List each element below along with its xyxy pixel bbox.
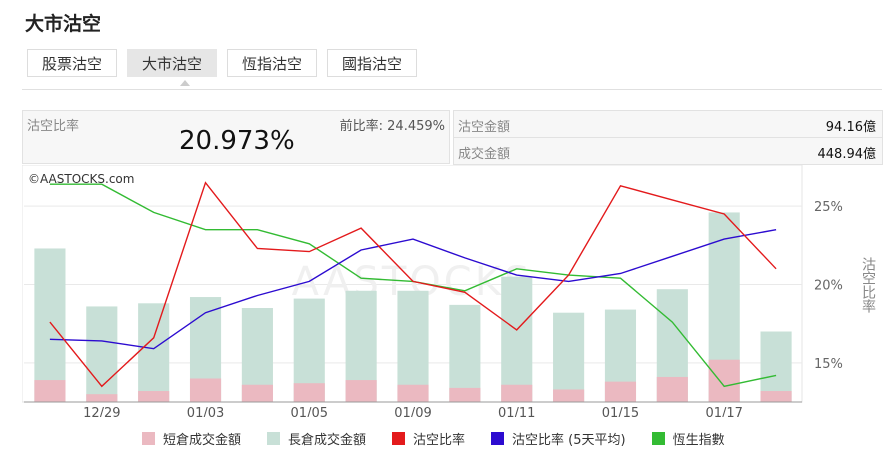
legend-item-ratio[interactable]: 沽空比率 (392, 429, 465, 448)
legend-label-long: 長倉成交金額 (288, 433, 367, 448)
y-tick-label: 20% (814, 279, 843, 294)
bar-short (708, 359, 740, 402)
page-title: 大市沽空 (25, 13, 102, 35)
bar-short (345, 380, 377, 402)
ratio-value: 20.973% (179, 126, 295, 156)
tab-hsi-short[interactable]: 恆指沽空 (227, 49, 318, 77)
short-amount-label: 沽空金額 (458, 120, 511, 135)
y-axis-label: 沽空比率 (860, 257, 876, 313)
bar-long (553, 312, 585, 402)
bar-short (138, 391, 170, 402)
short-amount-value: 94.16億 (825, 120, 876, 135)
legend-label-short: 短倉成交金額 (163, 433, 242, 448)
x-tick-label: 01/09 (394, 406, 431, 417)
bar-short (553, 389, 585, 402)
bar-short (760, 391, 792, 402)
bar-short (293, 383, 325, 402)
bar-short (34, 380, 66, 402)
bar-long (138, 303, 170, 402)
legend-label-ratio: 沽空比率 (413, 433, 466, 448)
divider (22, 89, 882, 90)
ratio-label: 沽空比率 (27, 119, 80, 134)
bar-short (86, 394, 118, 402)
turnover-label: 成交金額 (458, 147, 511, 162)
bar-short (397, 384, 429, 402)
bar-long (501, 276, 533, 402)
x-tick-label: 01/05 (291, 406, 328, 417)
ratio-summary-box: 沽空比率 20.973% 前比率: 24.459% (22, 110, 450, 164)
bar-short (501, 384, 533, 402)
legend-swatch-ratio (392, 432, 406, 445)
legend-swatch-ratio-avg (491, 432, 505, 445)
tab-bar: 股票沽空 大市沽空 恆指沽空 國指沽空 (27, 49, 418, 77)
short-selling-chart: 15%20%25%©AASTOCKS.comAASTOCKS12/29 01/03… (22, 165, 876, 417)
bar-short (241, 384, 273, 402)
x-tick-label: 12/29 (83, 406, 120, 417)
legend-label-hsi: 恆生指數 (672, 433, 725, 448)
turnover-value: 448.94億 (817, 147, 877, 162)
short-amount-row: 沽空金額 94.16億 (453, 110, 883, 138)
x-tick-label: 01/03 (187, 406, 224, 417)
x-tick-label: 01/11 (498, 406, 535, 417)
legend-item-long[interactable]: 長倉成交金額 (267, 429, 366, 448)
bar-long (34, 248, 66, 402)
turnover-row: 成交金額 448.94億 (453, 137, 883, 165)
tab-stock-short[interactable]: 股票沽空 (27, 49, 118, 77)
y-tick-label: 25% (814, 200, 843, 215)
legend-item-hsi[interactable]: 恆生指數 (651, 429, 725, 448)
bar-short (656, 376, 688, 402)
y-tick-label: 15% (814, 357, 843, 372)
legend-swatch-hsi (651, 432, 665, 445)
bar-long (86, 306, 118, 402)
prev-ratio-label: 前比率: (339, 119, 384, 134)
bar-short (604, 381, 637, 402)
legend-item-ratio-avg[interactable]: 沽空比率 (5天平均) (491, 429, 626, 448)
legend-item-short[interactable]: 短倉成交金額 (142, 429, 241, 448)
prev-ratio: 前比率: 24.459% (340, 115, 445, 134)
chart-legend: 短倉成交金額 長倉成交金額 沽空比率 沽空比率 (5天平均) 恆生指數 (142, 429, 725, 448)
legend-label-ratio-avg: 沽空比率 (5天平均) (512, 433, 626, 448)
legend-swatch-long (267, 432, 281, 445)
bar-long (449, 304, 481, 402)
legend-swatch-short (142, 432, 155, 445)
bar-short (189, 378, 222, 402)
x-tick-label: 01/17 (705, 406, 742, 417)
tab-market-short[interactable]: 大市沽空 (127, 49, 218, 77)
x-tick-label: 01/15 (602, 406, 639, 417)
bar-short (449, 387, 481, 402)
prev-ratio-value: 24.459% (387, 119, 445, 134)
tab-hscei-short[interactable]: 國指沽空 (327, 49, 418, 77)
active-tab-caret-icon (180, 80, 190, 86)
